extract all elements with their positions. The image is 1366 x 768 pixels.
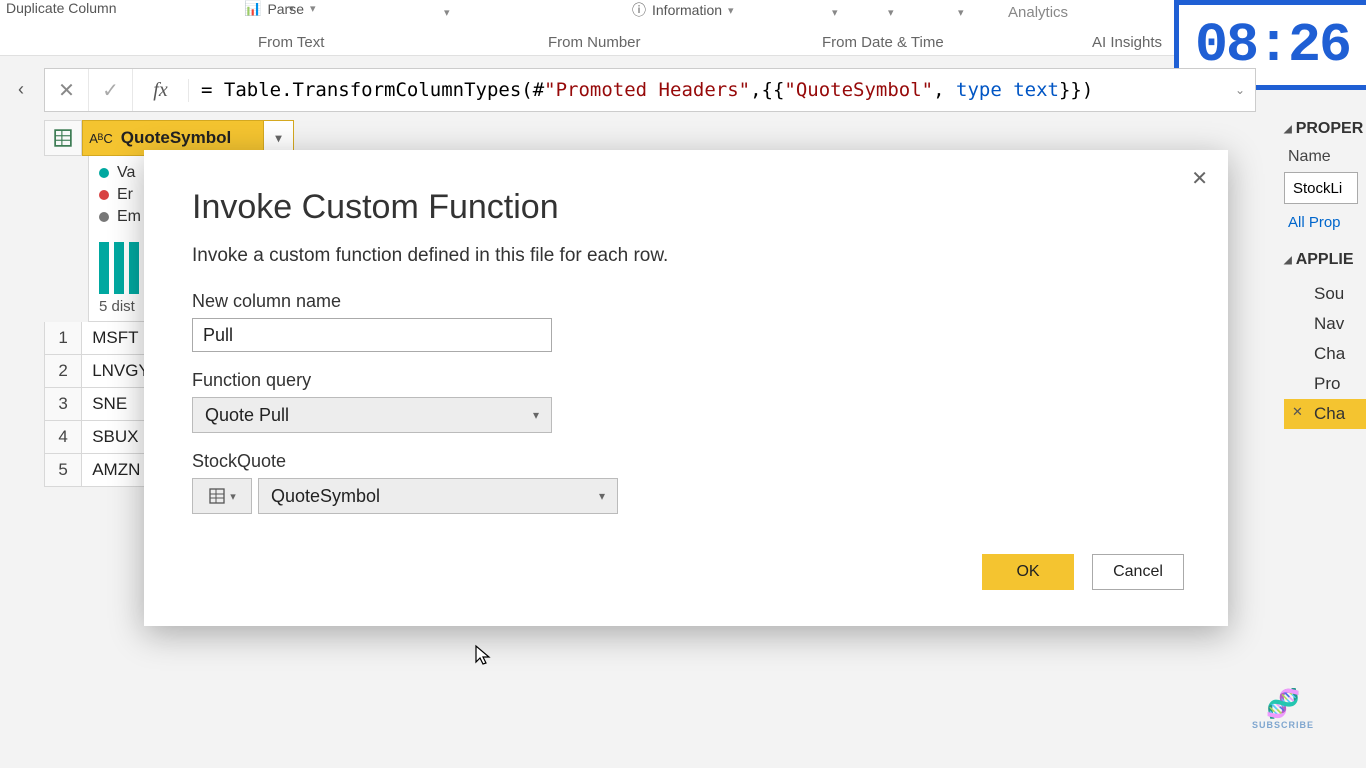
chevron-down-icon[interactable]: ▾ [958,6,964,19]
section-ai-insights: AI Insights [1092,34,1162,51]
info-icon: ⓘ [632,0,646,20]
new-column-name-label: New column name [192,291,1180,312]
table-options-button[interactable] [44,120,82,156]
invoke-custom-function-dialog: ✕ Invoke Custom Function Invoke a custom… [144,150,1228,626]
new-column-name-input[interactable]: Pull [192,318,552,352]
parse-label: Parse [267,1,304,17]
applied-step[interactable]: Nav [1284,309,1366,339]
ok-button[interactable]: OK [982,554,1074,590]
all-properties-link[interactable]: All Prop [1288,214,1366,231]
row-number: 4 [44,421,82,454]
subscribe-watermark: 🧬 SUBSCRIBE [1252,687,1314,730]
information-button[interactable]: ⓘ Information ▾ [632,0,734,20]
dialog-title: Invoke Custom Function [192,188,1180,227]
formula-cancel-button[interactable]: ✕ [45,69,89,111]
duplicate-column-label: Duplicate Column [6,0,117,16]
param-type-picker[interactable]: ▾ [192,478,252,514]
param-stockquote-label: StockQuote [192,451,1180,472]
analytics-label: Analytics [1008,4,1068,21]
formula-accept-button[interactable]: ✓ [89,69,133,111]
formula-expand-button[interactable]: ⌄ [1225,83,1255,97]
column-type-icon: AᴮC [89,131,112,146]
formula-bar: ✕ ✓ fx = Table.TransformColumnTypes(#"Pr… [44,68,1256,112]
information-label: Information [652,2,722,18]
function-query-label: Function query [192,370,1180,391]
parse-icon: 📊 [244,0,261,17]
param-column-select[interactable]: QuoteSymbol ▾ [258,478,618,514]
chevron-down-icon[interactable]: ▾ [444,6,450,19]
row-number: 1 [44,322,82,355]
name-label: Name [1288,148,1366,166]
chevron-down-icon[interactable]: ▾ [888,6,894,19]
chevron-down-icon: ▾ [533,408,539,422]
chevron-down-icon: ▾ [599,489,605,503]
row-number: 3 [44,388,82,421]
cursor-icon [474,644,494,666]
query-settings-pane: PROPER Name StockLi All Prop APPLIE Sou … [1276,120,1366,620]
properties-header[interactable]: PROPER [1284,120,1366,138]
section-from-number: From Number [548,34,641,51]
dot-icon [99,168,109,178]
table-icon [54,129,72,147]
section-from-text: From Text [258,34,324,51]
applied-step[interactable]: Pro [1284,369,1366,399]
parse-button[interactable]: 📊 Parse ▾ [244,0,316,17]
dna-icon: 🧬 [1266,687,1301,720]
formula-input[interactable]: = Table.TransformColumnTypes(#"Promoted … [189,79,1225,101]
applied-step[interactable]: Sou [1284,279,1366,309]
chevron-down-icon: ▾ [230,490,236,503]
chevron-down-icon: ▾ [310,2,316,15]
collapse-nav-button[interactable]: ‹ [6,74,36,104]
function-query-select[interactable]: Quote Pull ▾ [192,397,552,433]
applied-step-active[interactable]: Cha [1284,399,1366,429]
dot-icon [99,190,109,200]
applied-steps-header[interactable]: APPLIE [1284,251,1366,269]
column-name: QuoteSymbol [121,128,232,148]
cancel-button[interactable]: Cancel [1092,554,1184,590]
fx-icon[interactable]: fx [133,79,189,102]
ribbon: Duplicate Column ▾ 📊 Parse ▾ ▾ ⓘ Informa… [0,0,1366,56]
dialog-subtitle: Invoke a custom function defined in this… [192,245,1180,267]
row-number: 5 [44,454,82,487]
dot-icon [99,212,109,222]
row-number: 2 [44,355,82,388]
applied-step[interactable]: Cha [1284,339,1366,369]
query-name-input[interactable]: StockLi [1284,172,1358,204]
chevron-down-icon: ▾ [728,4,734,17]
column-icon [208,488,226,504]
section-from-date-time: From Date & Time [822,34,944,51]
chevron-down-icon[interactable]: ▾ [832,6,838,19]
close-button[interactable]: ✕ [1191,166,1208,191]
